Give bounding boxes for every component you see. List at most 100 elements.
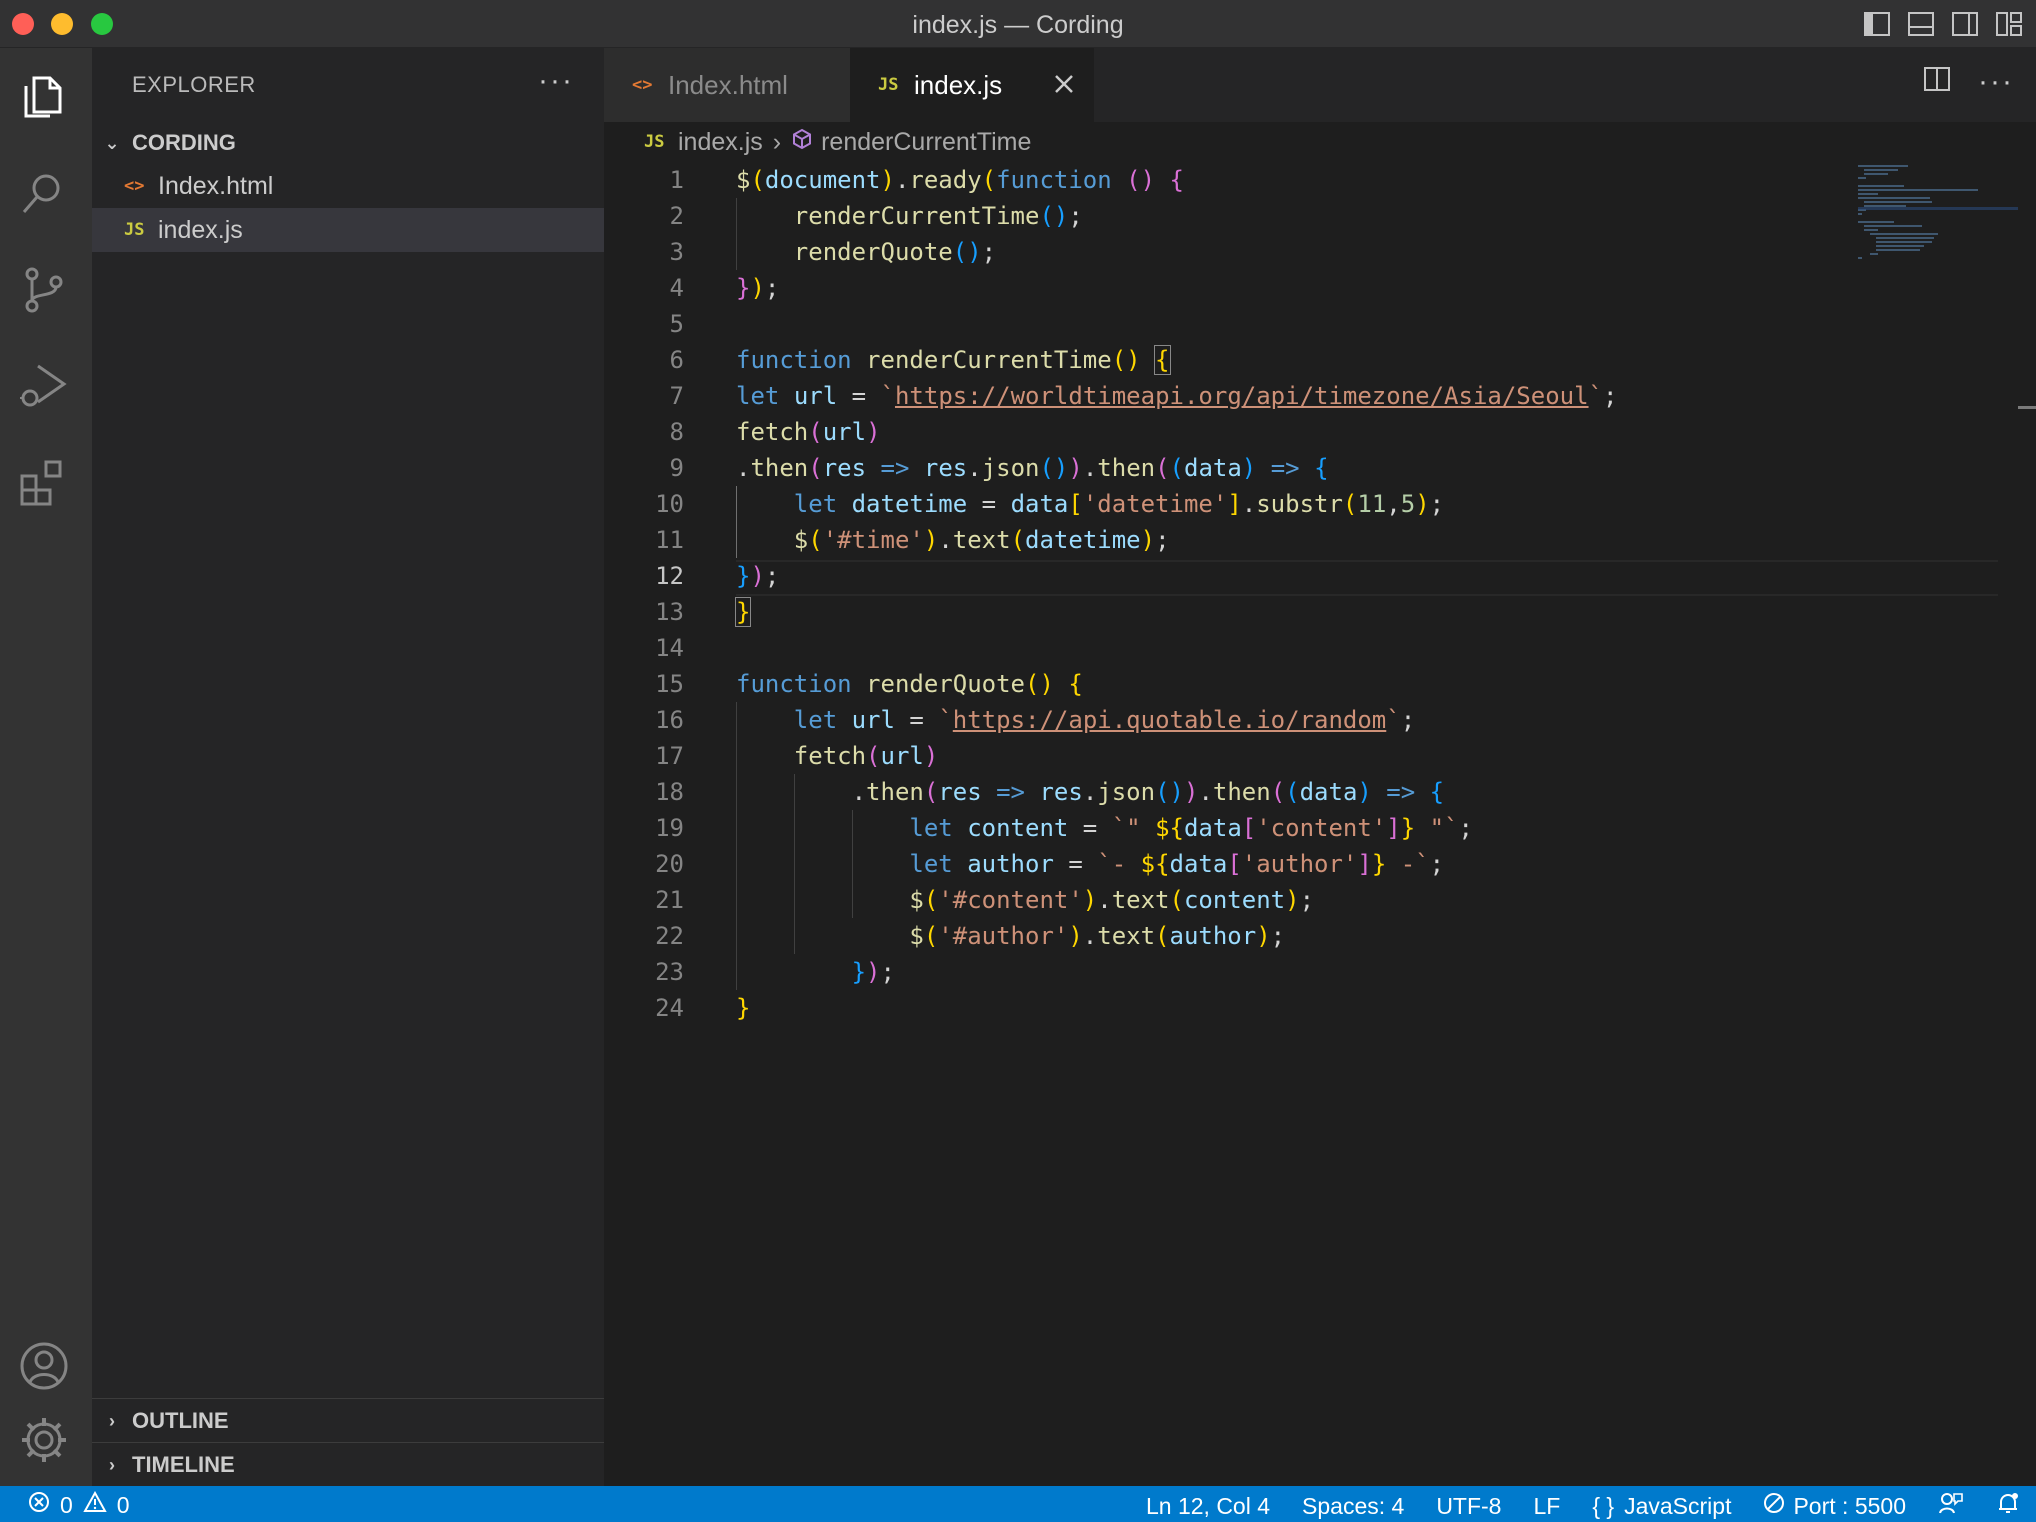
line-number: 9: [669, 454, 684, 482]
breadcrumb-symbol[interactable]: renderCurrentTime: [821, 128, 1031, 157]
warning-icon: [83, 1490, 107, 1519]
accounts-icon[interactable]: [16, 1338, 72, 1394]
file-encoding[interactable]: UTF-8: [1436, 1493, 1501, 1520]
manage-gear-icon[interactable]: [16, 1412, 72, 1468]
timeline-section-header[interactable]: › TIMELINE: [92, 1444, 604, 1486]
indentation-setting[interactable]: Spaces: 4: [1302, 1493, 1404, 1520]
code-line: $(document).ready(function () {: [736, 166, 1184, 194]
line-number: 18: [655, 778, 684, 806]
close-tab-icon[interactable]: [1052, 70, 1076, 104]
tab-index-html[interactable]: <> Index.html: [604, 48, 850, 122]
folder-name: CORDING: [132, 130, 236, 155]
customize-layout-icon[interactable]: [1994, 9, 2024, 39]
line-number: 15: [655, 670, 684, 698]
scrollbar-position-marker[interactable]: [2018, 406, 2036, 409]
port-label: Port : 5500: [1793, 1492, 1906, 1519]
line-number: 1: [669, 166, 684, 194]
code-line: .then(res => res.json()).then((data) => …: [736, 454, 1329, 482]
folder-cording-header[interactable]: ⌄ CORDING: [92, 122, 604, 164]
code-line: });: [851, 958, 895, 986]
source-control-icon[interactable]: [16, 262, 72, 318]
explorer-title: EXPLORER: [132, 72, 256, 97]
toggle-panel-icon[interactable]: [1906, 9, 1936, 39]
line-number: 13: [655, 598, 684, 626]
toggle-secondary-sidebar-icon[interactable]: [1950, 9, 1980, 39]
end-of-line[interactable]: LF: [1533, 1493, 1560, 1520]
extensions-icon[interactable]: [16, 454, 72, 510]
file-item-index-html[interactable]: <> Index.html: [92, 164, 604, 208]
code-line: renderQuote();: [793, 238, 997, 266]
breadcrumb: JS index.js › renderCurrentTime: [604, 122, 2036, 162]
layout-controls: [1862, 9, 2024, 39]
language-mode[interactable]: { } JavaScript: [1592, 1493, 1731, 1520]
code-line: }: [736, 994, 751, 1022]
error-icon: [28, 1491, 50, 1519]
code-line: .then(res => res.json()).then((data) => …: [736, 778, 1445, 806]
more-actions-button[interactable]: ···: [1978, 65, 2014, 99]
code-line: });: [736, 562, 780, 590]
current-line-highlight: [736, 560, 1998, 596]
section-divider: [92, 1398, 604, 1399]
code-line: renderCurrentTime();: [793, 202, 1083, 230]
cursor-position[interactable]: Ln 12, Col 4: [1146, 1493, 1270, 1520]
feedback-icon[interactable]: [1938, 1491, 1964, 1521]
line-number: 12: [655, 562, 684, 590]
line-number: 23: [655, 958, 684, 986]
tab-index-js[interactable]: JS index.js: [850, 48, 1094, 122]
braces-icon: { }: [1592, 1492, 1615, 1519]
language-label: JavaScript: [1624, 1492, 1732, 1519]
code-line: $('#time').text(datetime);: [793, 526, 1170, 554]
tab-label: index.js: [914, 69, 1003, 100]
code-line: let url = `https://worldtimeapi.org/api/…: [736, 382, 1618, 410]
minimap[interactable]: [1858, 162, 2018, 282]
code-line: let content = `" ${data['content']} "`;: [909, 814, 1473, 842]
notifications-bell-icon[interactable]: [1996, 1491, 2020, 1521]
outline-section-header[interactable]: › OUTLINE: [92, 1400, 604, 1442]
line-number: 19: [655, 814, 684, 842]
live-server-port[interactable]: Port : 5500: [1763, 1492, 1906, 1520]
line-number: 2: [669, 202, 684, 230]
html-file-icon: <>: [124, 176, 145, 196]
code-line: }: [734, 597, 752, 627]
js-file-icon: JS: [644, 132, 665, 152]
window-title: index.js — Cording: [912, 11, 1124, 39]
timeline-label: TIMELINE: [132, 1452, 235, 1477]
line-number: 8: [669, 418, 684, 446]
line-number: 11: [655, 526, 684, 554]
editor-actions: ···: [1922, 64, 2014, 99]
error-count: 0: [60, 1491, 73, 1518]
line-number: 16: [655, 706, 684, 734]
code-line: let datetime = data['datetime'].substr(1…: [793, 490, 1445, 518]
js-file-icon: JS: [878, 75, 899, 95]
html-file-icon: <>: [632, 75, 653, 95]
file-item-index-js[interactable]: JS index.js: [92, 208, 604, 252]
split-editor-icon[interactable]: [1922, 64, 1952, 99]
section-divider: [92, 1442, 604, 1443]
chevron-down-icon: ⌄: [104, 132, 120, 153]
line-number: 3: [669, 238, 684, 266]
line-number: 21: [655, 886, 684, 914]
line-number: 14: [655, 634, 684, 662]
problems-indicator[interactable]: 0 0: [28, 1490, 130, 1519]
file-name: index.js: [158, 215, 243, 244]
code-line: $('#content').text(content);: [909, 886, 1315, 914]
activity-bar: [0, 48, 92, 1486]
line-number: 7: [669, 382, 684, 410]
toggle-primary-sidebar-icon[interactable]: [1862, 9, 1892, 39]
search-icon[interactable]: [16, 166, 72, 222]
line-number: 24: [655, 994, 684, 1022]
line-number: 5: [669, 310, 684, 338]
explorer-more-actions-button[interactable]: ···: [538, 64, 574, 98]
explorer-icon[interactable]: [16, 70, 72, 126]
outline-label: OUTLINE: [132, 1408, 229, 1433]
prohibited-icon: [1763, 1492, 1785, 1520]
chevron-right-icon: ›: [109, 1410, 115, 1431]
breadcrumb-file[interactable]: index.js: [678, 128, 763, 157]
warning-count: 0: [116, 1491, 130, 1518]
line-number: 20: [655, 850, 684, 878]
tab-label: Index.html: [668, 69, 788, 100]
code-editor[interactable]: 1 2 3 4 5 6 7 8 9 10 11 12 13 14 15 16 1…: [604, 162, 2036, 1486]
run-and-debug-icon[interactable]: [16, 358, 72, 414]
line-number: 10: [655, 490, 684, 518]
explorer-sidebar: EXPLORER ··· ⌄ CORDING <> Index.html JS …: [92, 48, 604, 1486]
